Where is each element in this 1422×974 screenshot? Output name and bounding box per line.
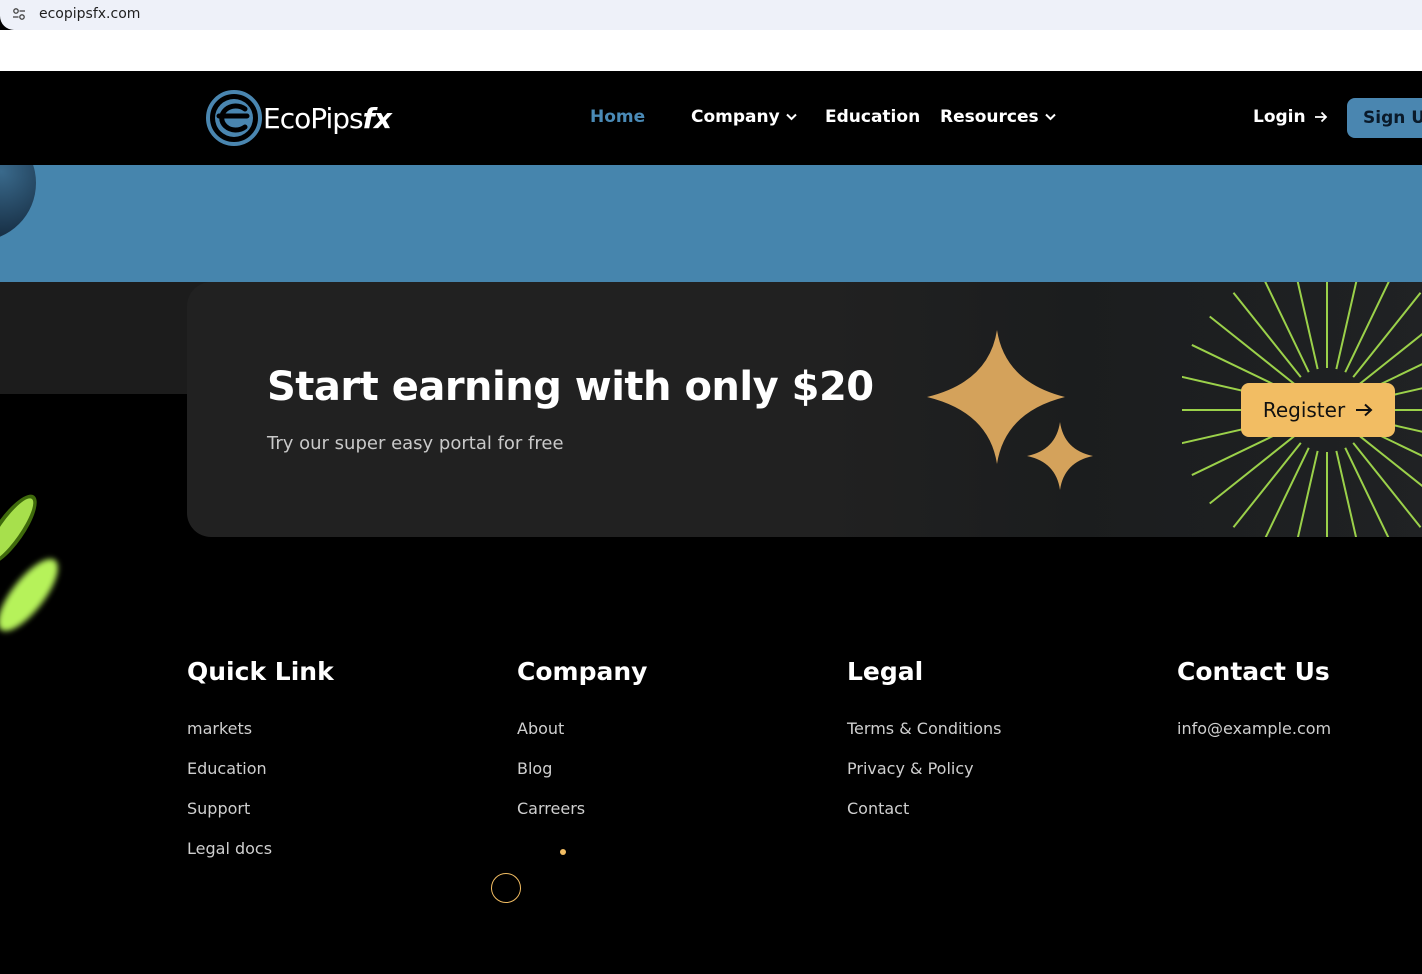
- logo-wordmark: EcoPipsfx: [263, 101, 392, 135]
- burst-ray: [1359, 435, 1422, 488]
- cta-title: Start earning with only $20: [267, 364, 874, 410]
- burst-ray: [1335, 282, 1358, 370]
- nav-company[interactable]: Company: [691, 107, 797, 127]
- footer-col-contact: Contact Us info@example.com: [1177, 656, 1331, 758]
- burst-ray: [1335, 450, 1358, 537]
- page-top-gap: [0, 30, 1422, 71]
- nav-home[interactable]: Home: [590, 107, 645, 127]
- footer-heading: Contact Us: [1177, 657, 1330, 686]
- site-logo[interactable]: EcoPipsfx: [205, 89, 392, 147]
- register-label: Register: [1262, 398, 1346, 422]
- footer-link-support[interactable]: Support: [187, 798, 334, 838]
- arrow-right-icon: [1314, 111, 1327, 123]
- footer-col-legal: Legal Terms & Conditions Privacy & Polic…: [847, 656, 1001, 838]
- footer-link-markets[interactable]: markets: [187, 718, 334, 758]
- register-button[interactable]: Register: [1241, 383, 1395, 437]
- chevron-down-icon: [785, 113, 797, 121]
- cursor-ring: [491, 873, 521, 903]
- burst-ray: [1296, 450, 1319, 537]
- footer-link-terms[interactable]: Terms & Conditions: [847, 718, 1001, 758]
- decorative-orb: [0, 165, 36, 241]
- footer-col-company: Company About Blog Carreers: [517, 656, 647, 838]
- footer-heading: Quick Link: [187, 657, 334, 686]
- tune-icon[interactable]: [12, 7, 26, 21]
- hero-band: [0, 165, 1422, 282]
- cta-subtitle: Try our super easy portal for free: [267, 433, 564, 454]
- footer-email-link[interactable]: info@example.com: [1177, 718, 1331, 758]
- browser-address-bar[interactable]: ecopipsfx.com: [0, 0, 1422, 30]
- footer-link-careers[interactable]: Carreers: [517, 798, 647, 838]
- login-link[interactable]: Login: [1253, 107, 1328, 127]
- sparkles-icon: [927, 330, 1093, 490]
- decorative-leaves: [0, 494, 58, 632]
- burst-ray: [1359, 332, 1422, 385]
- logo-e-icon: [206, 90, 262, 146]
- footer-link-legal-docs[interactable]: Legal docs: [187, 838, 334, 878]
- burst-ray: [1296, 282, 1319, 370]
- signup-button[interactable]: Sign Up: [1347, 98, 1422, 138]
- nav-education-label: Education: [825, 107, 921, 127]
- nav-resources[interactable]: Resources: [940, 107, 1056, 127]
- url-text[interactable]: ecopipsfx.com: [39, 6, 140, 22]
- footer-heading: Legal: [847, 657, 924, 686]
- footer-link-blog[interactable]: Blog: [517, 758, 647, 798]
- chevron-down-icon: [1044, 113, 1056, 121]
- footer-link-contact[interactable]: Contact: [847, 798, 1001, 838]
- login-label: Login: [1253, 107, 1306, 127]
- footer-col-quick-link: Quick Link markets Education Support Leg…: [187, 656, 334, 878]
- footer-heading: Company: [517, 657, 648, 686]
- cursor-dot: [560, 849, 566, 855]
- nav-education[interactable]: Education: [825, 107, 920, 127]
- site-header: EcoPipsfx Home Company Education Resourc…: [0, 71, 1422, 165]
- nav-home-label: Home: [590, 107, 646, 127]
- footer-link-about[interactable]: About: [517, 718, 647, 758]
- footer-link-privacy[interactable]: Privacy & Policy: [847, 758, 1001, 798]
- nav-resources-label: Resources: [940, 107, 1039, 127]
- footer-link-education[interactable]: Education: [187, 758, 334, 798]
- arrow-right-icon: [1356, 403, 1373, 417]
- nav-company-label: Company: [691, 107, 780, 127]
- cta-card: Start earning with only $20 Try our supe…: [187, 282, 1422, 537]
